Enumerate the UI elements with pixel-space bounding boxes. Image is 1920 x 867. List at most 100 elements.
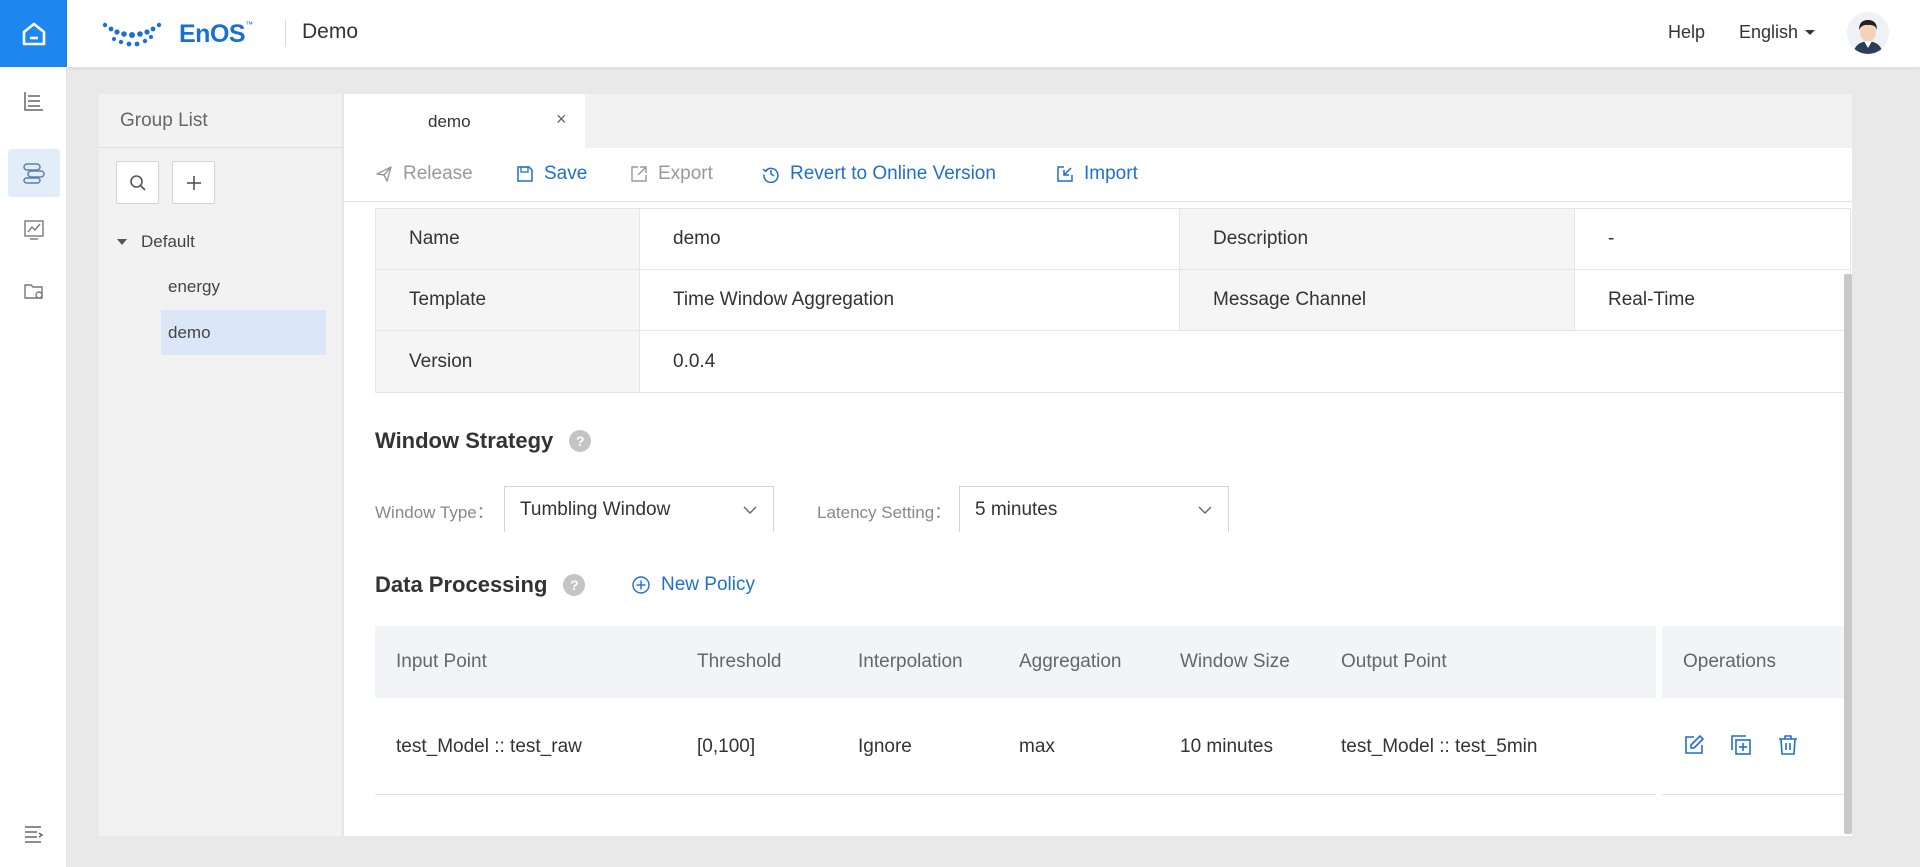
app-title: Demo <box>302 20 359 43</box>
rail-item-monitoring[interactable] <box>8 206 60 254</box>
enos-logo[interactable]: EnOS™ <box>101 18 253 50</box>
window-strategy-title: Window Strategy <box>375 428 554 453</box>
tree-node-default[interactable]: Default <box>117 232 195 252</box>
table-header: Input Point Threshold Interpolation Aggr… <box>375 626 1851 698</box>
column-header-operations: Operations <box>1683 651 1776 672</box>
history-icon <box>762 167 779 183</box>
description-label: Description <box>1180 209 1575 269</box>
column-header-aggregation: Aggregation <box>1019 651 1122 672</box>
export-button[interactable]: Export <box>630 163 713 185</box>
caret-down-icon <box>1805 30 1816 35</box>
help-circle-icon[interactable]: ? <box>569 430 592 452</box>
table-row: test_Model :: test_raw [0,100] Ignore ma… <box>375 698 1851 795</box>
cell-input-point: test_Model :: test_raw <box>396 736 582 757</box>
name-label: Name <box>376 209 640 269</box>
cell-output-point: test_Model :: test_5min <box>1341 736 1538 757</box>
copy-add-icon[interactable] <box>1730 734 1752 756</box>
group-list-divider <box>99 147 343 148</box>
data-processing-title: Data Processing <box>375 572 548 597</box>
save-icon <box>517 166 533 182</box>
language-label: English <box>1739 22 1799 42</box>
export-icon <box>631 166 647 182</box>
stream-process-icon <box>23 163 45 184</box>
rail-item-tables[interactable] <box>8 77 60 125</box>
language-selector[interactable]: English <box>1739 22 1816 43</box>
toolbar: Release Save Export Revert to Online Ver… <box>344 148 1852 202</box>
expand-triangle-icon <box>117 239 127 245</box>
chevron-down-icon <box>743 506 757 514</box>
release-button[interactable]: Release <box>375 163 473 185</box>
version-value: 0.0.4 <box>673 350 716 372</box>
plus-circle-icon <box>632 576 650 594</box>
column-header-window-size: Window Size <box>1180 651 1290 672</box>
home-button[interactable] <box>0 0 67 67</box>
close-icon[interactable]: × <box>556 109 567 130</box>
avatar[interactable] <box>1847 12 1889 54</box>
window-type-label: Window Type： <box>375 503 494 522</box>
title-divider <box>285 20 286 47</box>
description-value: - <box>1608 228 1615 249</box>
group-list-panel: Group List Default energy demo <box>99 94 343 836</box>
operations-column-divider <box>1656 626 1662 795</box>
logo-dots-icon <box>102 22 162 47</box>
top-bar: EnOS™ Demo Help English <box>67 0 1920 67</box>
tree-item-energy[interactable]: energy <box>161 264 326 309</box>
delete-icon[interactable] <box>1777 734 1799 756</box>
rail-item-resources[interactable] <box>8 267 60 315</box>
table-chart-icon <box>24 92 43 111</box>
tree-item-demo[interactable]: demo <box>161 310 326 355</box>
save-label: Save <box>544 163 588 184</box>
new-policy-button[interactable]: New Policy <box>631 574 755 596</box>
latency-setting-value: 5 minutes <box>975 498 1058 520</box>
tab-demo[interactable]: demo × <box>344 94 585 148</box>
window-type-value: Tumbling Window <box>520 498 671 520</box>
policy-table: Input Point Threshold Interpolation Aggr… <box>375 626 1851 795</box>
column-header-threshold: Threshold <box>697 651 782 672</box>
tab-bar: demo × <box>344 94 1852 148</box>
template-label: Template <box>376 270 640 330</box>
rail-item-stream-processing[interactable] <box>8 149 60 197</box>
save-button[interactable]: Save <box>516 163 587 185</box>
monitor-chart-icon <box>24 220 44 240</box>
send-icon <box>376 166 392 182</box>
left-rail <box>0 0 67 867</box>
edit-icon[interactable] <box>1683 734 1705 756</box>
help-link[interactable]: Help <box>1668 22 1705 43</box>
main-content: demo × Release Save Export Revert to Onl… <box>344 94 1852 836</box>
column-header-input-point: Input Point <box>396 651 487 672</box>
latency-setting-select[interactable]: 5 minutes <box>959 486 1229 532</box>
collapse-menu-icon <box>25 826 44 843</box>
column-header-output-point: Output Point <box>1341 651 1447 672</box>
folder-settings-icon <box>24 284 43 299</box>
new-policy-label: New Policy <box>661 574 755 595</box>
template-value: Time Window Aggregation <box>640 270 1180 330</box>
info-row: Version 0.0.4 <box>376 331 1850 392</box>
latency-setting-label: Latency Setting： <box>817 503 952 522</box>
cell-threshold: [0,100] <box>697 736 756 757</box>
window-strategy-heading: Window Strategy ? <box>375 428 592 454</box>
tab-label: demo <box>428 112 471 131</box>
version-label: Version <box>376 331 640 392</box>
home-icon <box>22 22 45 45</box>
vertical-scrollbar[interactable] <box>1844 274 1852 834</box>
help-circle-icon[interactable]: ? <box>563 574 586 596</box>
info-row: Name demo Description - <box>376 209 1850 270</box>
export-label: Export <box>658 163 713 184</box>
import-button[interactable]: Import <box>1056 163 1138 185</box>
revert-button[interactable]: Revert to Online Version <box>762 163 996 185</box>
name-value: demo <box>640 209 1180 269</box>
cell-aggregation: max <box>1019 736 1055 757</box>
search-group-button[interactable] <box>116 161 159 204</box>
window-type-select[interactable]: Tumbling Window <box>504 486 774 532</box>
message-channel-label: Message Channel <box>1180 270 1575 330</box>
rail-collapse[interactable] <box>8 810 60 858</box>
info-row: Template Time Window Aggregation Message… <box>376 270 1850 331</box>
group-list-title: Group List <box>120 110 208 131</box>
search-icon <box>129 174 146 191</box>
release-label: Release <box>403 163 473 184</box>
chevron-down-icon <box>1198 506 1212 514</box>
logo-text: EnOS™ <box>179 19 253 48</box>
add-group-button[interactable] <box>172 161 215 204</box>
data-processing-heading: Data Processing ? <box>375 572 586 598</box>
message-channel-value: Real-Time <box>1608 289 1695 310</box>
